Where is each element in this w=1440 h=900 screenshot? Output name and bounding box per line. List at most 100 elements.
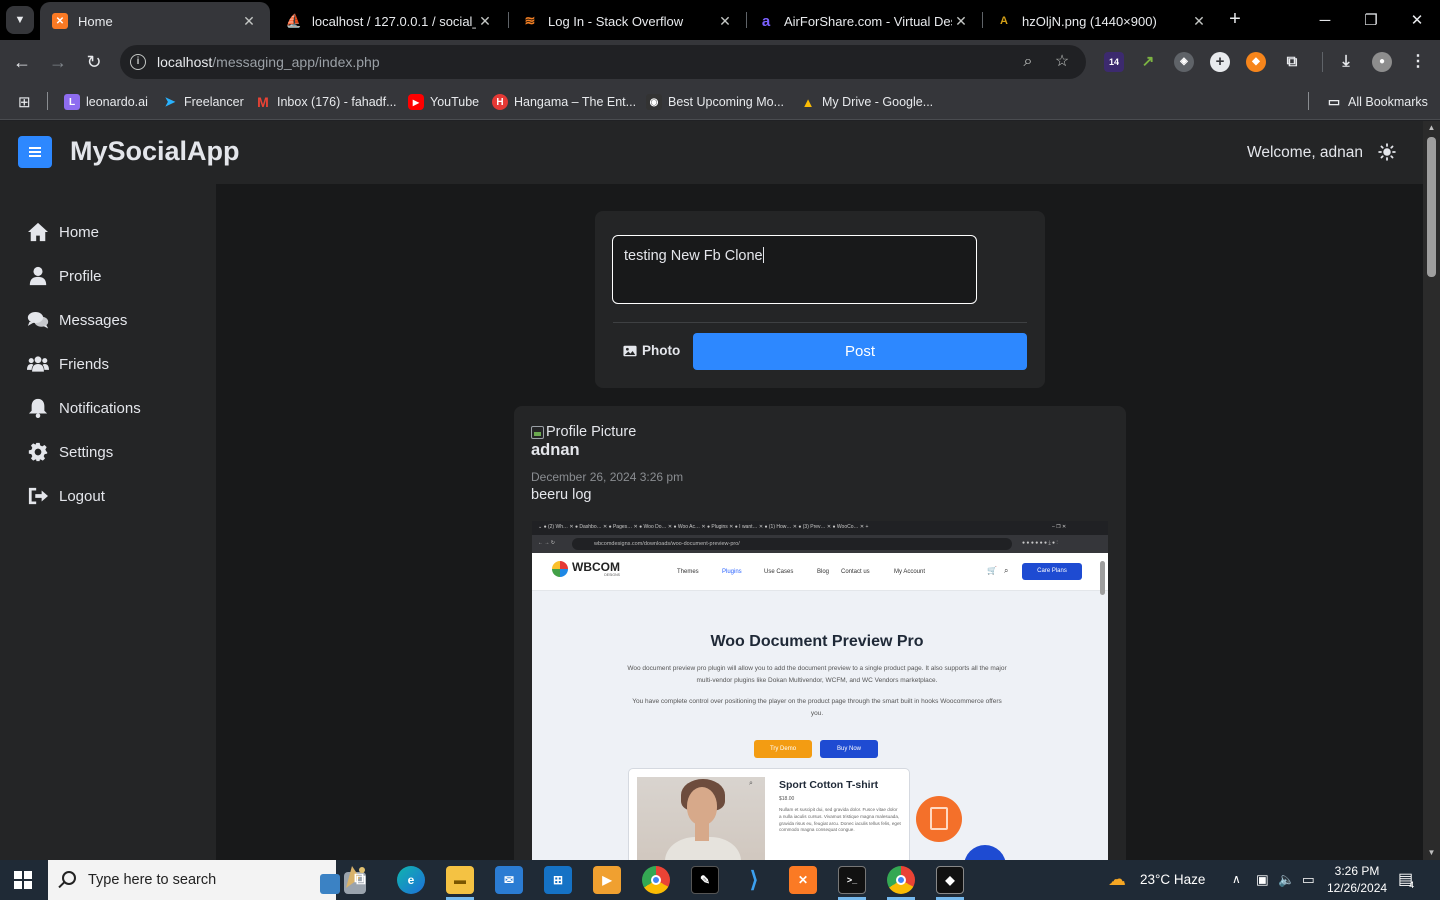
- leonardo-icon: L: [64, 94, 80, 110]
- forward-button[interactable]: →: [46, 50, 70, 74]
- post-card: Profile Picture adnan December 26, 2024 …: [514, 406, 1126, 860]
- shield-extension-icon[interactable]: ◈: [1174, 52, 1194, 72]
- zoom-icon[interactable]: ⌕: [1018, 52, 1038, 72]
- metamask-icon[interactable]: ◆: [1246, 52, 1266, 72]
- avatar[interactable]: Profile Picture: [531, 424, 636, 440]
- apps-grid-icon[interactable]: ⊞: [18, 92, 31, 112]
- extensions-puzzle-icon[interactable]: ⧉: [1282, 52, 1302, 72]
- browser-tab-home[interactable]: ✕ Home ✕: [40, 2, 270, 40]
- chrome-menu-icon[interactable]: ⋮: [1408, 52, 1428, 72]
- weather-icon[interactable]: ☁: [1108, 869, 1126, 890]
- bookmark-drive[interactable]: ▲ My Drive - Google...: [800, 92, 934, 112]
- new-tab-button[interactable]: +: [1224, 8, 1246, 30]
- close-tab-icon[interactable]: ✕: [1190, 13, 1208, 30]
- sidebar-item-label: Messages: [59, 311, 128, 329]
- close-tab-icon[interactable]: ✕: [952, 13, 970, 30]
- close-tab-icon[interactable]: ✕: [716, 13, 734, 30]
- close-tab-icon[interactable]: ✕: [476, 13, 494, 30]
- browser-tab-airforshare[interactable]: a AirForShare.com - Virtual Deskt ✕: [746, 2, 982, 40]
- embedded-title: Woo Document Preview Pro: [710, 633, 924, 650]
- site-header: MySocialApp Welcome, adnan: [0, 121, 1423, 184]
- bookmark-hangama[interactable]: H Hangama – The Ent...: [492, 92, 636, 112]
- minimize-button[interactable]: ─: [1302, 0, 1348, 40]
- sidebar-item-settings[interactable]: Settings: [27, 440, 113, 464]
- reload-button[interactable]: ↻: [82, 50, 106, 74]
- weather-text[interactable]: 23°C Haze: [1140, 872, 1205, 887]
- embedded-site-nav: WBCOM DESIGNS Themes Plugins Use Cases Bl…: [532, 553, 1108, 591]
- sidebar-item-notifications[interactable]: Notifications: [27, 396, 141, 420]
- sidebar-item-messages[interactable]: Messages: [27, 308, 127, 332]
- chart-extension-icon[interactable]: ↗: [1138, 52, 1158, 72]
- volume-icon[interactable]: 🔈: [1278, 872, 1295, 888]
- embedded-url: wbcomdesigns.com/downloads/woo-document-…: [572, 538, 1012, 550]
- bookmark-star-icon[interactable]: ☆: [1052, 52, 1072, 72]
- chevron-up-icon[interactable]: ∧: [1232, 872, 1241, 886]
- taskbar-search-input[interactable]: Type here to search: [48, 860, 366, 900]
- network-icon[interactable]: ▭: [1302, 872, 1315, 888]
- sidebar-item-label: Settings: [59, 443, 114, 461]
- comments-icon: [27, 311, 49, 329]
- post-author[interactable]: adnan: [531, 441, 580, 460]
- terminal-icon[interactable]: >_: [838, 866, 866, 894]
- scroll-thumb[interactable]: [1427, 137, 1436, 277]
- xampp-icon[interactable]: ✕: [789, 866, 817, 894]
- bookmark-movies[interactable]: ◉ Best Upcoming Mo...: [646, 92, 784, 112]
- task-view-icon[interactable]: ⧉: [346, 866, 374, 894]
- photo-upload-button[interactable]: Photo: [623, 343, 680, 358]
- meet-icon[interactable]: ▣: [1256, 872, 1269, 888]
- file-explorer-icon[interactable]: ▬: [446, 866, 474, 894]
- browser-toolbar: ← → ↻ i localhost/messaging_app/index.ph…: [0, 40, 1440, 84]
- notification-center-icon[interactable]: ▤4: [1398, 869, 1418, 890]
- download-icon[interactable]: ⤓: [1336, 52, 1356, 72]
- browser-tab-image[interactable]: A hzOljN.png (1440×900) ✕: [984, 2, 1220, 40]
- bookmark-youtube[interactable]: ▶ YouTube: [408, 92, 479, 112]
- windows-start-button[interactable]: [14, 871, 32, 889]
- browser-tab-strip: ▼ ✕ Home ✕ ⛵ localhost / 127.0.0.1 / soc…: [0, 0, 1440, 40]
- post-image[interactable]: ⌄ ● (2) Wh… ✕ ● Dashbo… ✕ ● Pages… ✕ ● W…: [532, 521, 1108, 860]
- back-button[interactable]: ←: [10, 50, 34, 74]
- profile-avatar-icon[interactable]: ●: [1372, 52, 1392, 72]
- site-info-icon[interactable]: i: [130, 54, 146, 70]
- scroll-down-icon[interactable]: ▼: [1423, 846, 1440, 860]
- extension-badge-icon[interactable]: 14: [1104, 52, 1124, 72]
- cube-app-icon[interactable]: ◆: [936, 866, 964, 894]
- chrome-active-icon[interactable]: [887, 866, 915, 894]
- chrome-icon[interactable]: [642, 866, 670, 894]
- all-bookmarks[interactable]: ▭ All Bookmarks: [1326, 92, 1428, 112]
- store-icon[interactable]: ⊞: [544, 866, 572, 894]
- tab-title: Home: [78, 13, 113, 29]
- post-button[interactable]: Post: [693, 333, 1027, 370]
- sidebar-item-friends[interactable]: Friends: [27, 352, 109, 376]
- restore-button[interactable]: ❐: [1348, 0, 1394, 40]
- ink-app-icon[interactable]: ✎: [691, 866, 719, 894]
- post-timestamp: December 26, 2024 3:26 pm: [531, 470, 684, 484]
- close-tab-icon[interactable]: ✕: [240, 13, 258, 30]
- bookmark-gmail[interactable]: M Inbox (176) - fahadf...: [255, 92, 396, 112]
- page-scrollbar[interactable]: ▲ ▼: [1423, 121, 1440, 860]
- sidebar-item-profile[interactable]: Profile: [27, 264, 102, 288]
- theme-toggle-icon[interactable]: [1378, 143, 1396, 161]
- tab-search-button[interactable]: ▼: [6, 6, 34, 34]
- edge-icon[interactable]: e: [397, 866, 425, 894]
- post-textarea[interactable]: testing New Fb Clone: [612, 235, 977, 304]
- browser-tab-phpmyadmin[interactable]: ⛵ localhost / 127.0.0.1 / social_me ✕: [274, 2, 506, 40]
- sidebar-item-label: Home: [59, 223, 100, 241]
- mail-icon[interactable]: ✉: [495, 866, 523, 894]
- bookmark-freelancer[interactable]: ➤ Freelancer: [162, 92, 244, 112]
- system-clock[interactable]: 3:26 PM 12/26/2024: [1327, 863, 1387, 897]
- menu-toggle-button[interactable]: [18, 136, 52, 168]
- vscode-icon[interactable]: ⟩: [740, 866, 768, 894]
- add-extension-icon[interactable]: +: [1210, 52, 1230, 72]
- post-text: beeru log: [531, 487, 592, 503]
- sidebar-item-logout[interactable]: Logout: [27, 484, 105, 508]
- bookmark-leonardo[interactable]: Lleonardo.ai: [64, 92, 148, 112]
- address-url[interactable]: localhost/messaging_app/index.php: [157, 54, 380, 70]
- brand-title[interactable]: MySocialApp: [70, 136, 240, 167]
- browser-tab-stackoverflow[interactable]: ≋ Log In - Stack Overflow ✕: [510, 2, 746, 40]
- users-icon: [27, 356, 49, 372]
- scroll-up-icon[interactable]: ▲: [1423, 121, 1440, 135]
- media-player-icon[interactable]: ▶: [593, 866, 621, 894]
- sidebar-item-home[interactable]: Home: [27, 220, 99, 244]
- address-bar[interactable]: i localhost/messaging_app/index.php ⌕ ☆: [120, 45, 1086, 79]
- close-window-button[interactable]: ✕: [1394, 0, 1440, 40]
